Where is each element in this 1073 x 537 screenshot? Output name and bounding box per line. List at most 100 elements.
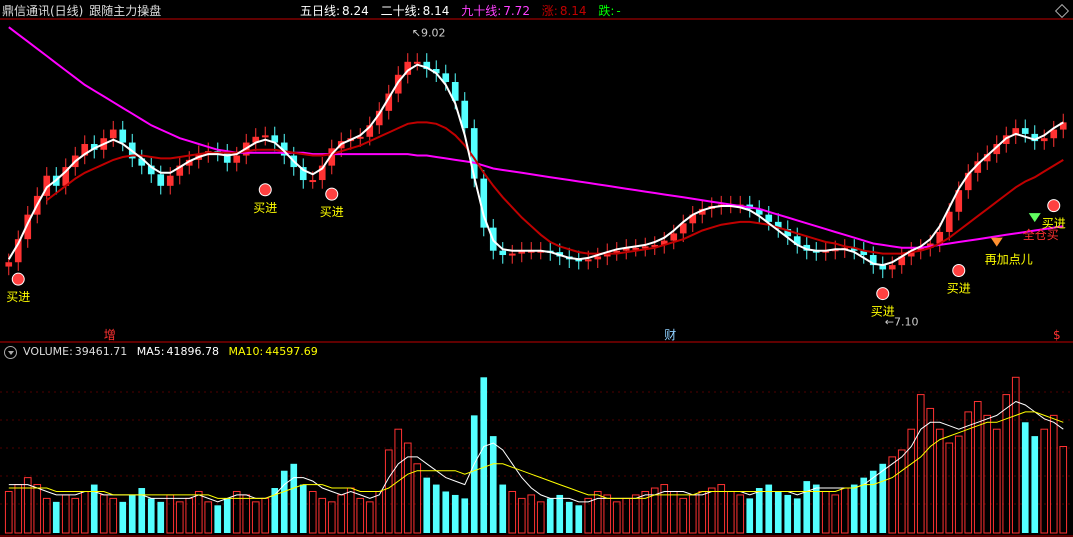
volume-bar	[242, 494, 251, 534]
volume-bar	[489, 436, 497, 533]
volume-bar	[556, 494, 564, 533]
volume-bar	[907, 428, 916, 534]
volume-bar	[840, 487, 849, 534]
candle-body	[233, 155, 241, 163]
volume-bar	[4, 490, 13, 534]
volume-bar	[337, 494, 346, 534]
volume-bar	[688, 494, 697, 534]
ma90-value: 7.72	[503, 4, 530, 18]
volume-bar	[128, 494, 136, 533]
volume-bar	[536, 501, 545, 534]
down-value: -	[616, 4, 621, 18]
event-marker: 财	[664, 328, 676, 342]
volume-bar	[290, 463, 298, 533]
stock-name: 鼎信通讯(日线)	[2, 4, 84, 18]
volume-header: VOLUME: 39461.71 MA5: 41896.78 MA10: 44597.…	[4, 345, 324, 359]
volume-bar	[603, 494, 612, 534]
signal-label: 买进	[947, 282, 971, 296]
volume-bar	[631, 494, 640, 534]
volume-bar	[432, 484, 440, 533]
ma90-label: 九十线:	[461, 4, 502, 18]
volume-bar	[175, 501, 184, 534]
ma90-line	[8, 26, 1064, 249]
signal-label: 再加点儿	[985, 253, 1033, 267]
candle-body	[413, 61, 421, 64]
indicator-name[interactable]: 跟随主力操盘	[89, 4, 161, 18]
ma5-line	[7, 63, 1064, 267]
volume-bar	[508, 490, 517, 534]
volume-bar	[33, 484, 42, 534]
volume-bar	[194, 490, 203, 534]
volume-bar	[736, 494, 745, 534]
volume-bar	[375, 490, 384, 534]
volume-bar	[888, 456, 897, 534]
volume-bar	[470, 415, 478, 533]
volume-bar	[232, 490, 241, 534]
candle-body	[261, 135, 269, 138]
candle-body	[945, 211, 953, 232]
volume-bar	[669, 490, 678, 534]
candle-body	[508, 253, 516, 256]
signal-gem-icon	[990, 237, 1003, 247]
volume-bar	[1059, 446, 1068, 534]
signal-label: 买进	[6, 290, 30, 304]
volume-bar	[223, 498, 231, 533]
candle-body	[5, 262, 13, 267]
volume-bar	[575, 505, 583, 533]
volume-bar	[157, 501, 165, 533]
volume-bar	[299, 484, 307, 533]
down-label: 跌:	[598, 4, 615, 18]
volume-value: 39461.71	[74, 345, 128, 358]
volume-bar	[954, 435, 963, 534]
high-price-label: ↖9.02	[412, 27, 446, 40]
signal-label: 买进	[253, 201, 277, 215]
volume-bar	[879, 463, 887, 533]
collapse-icon[interactable]	[4, 345, 17, 359]
candle-body	[584, 259, 592, 262]
volume-bar	[612, 501, 621, 534]
vol-ma5-label: MA5:	[136, 345, 165, 358]
volume-bar	[499, 484, 507, 533]
candle-body	[119, 129, 127, 143]
volume-bar	[850, 484, 858, 533]
volume-bar	[831, 494, 840, 534]
volume-bar	[784, 494, 792, 533]
volume-bar	[821, 490, 830, 534]
volume-bar	[1031, 436, 1039, 533]
candle-body	[157, 174, 165, 186]
candle-body	[1021, 128, 1029, 134]
volume-bar	[214, 505, 222, 533]
buy-signal-dot	[325, 187, 339, 201]
buy-signal-dot	[952, 264, 966, 278]
ma20-label: 二十线:	[380, 4, 421, 18]
volume-bar	[1002, 394, 1011, 534]
volume-bar	[461, 498, 469, 533]
ma20-value: 8.14	[422, 4, 450, 18]
buy-signal-dot	[258, 183, 272, 197]
volume-bar	[593, 490, 602, 534]
ma5-label: 五日线:	[300, 4, 341, 18]
candle-body	[1040, 138, 1048, 142]
volume-bar	[1040, 428, 1049, 534]
candlestick-chart[interactable]: ↖9.02←7.10买进买进 买进买进买进再加点儿全仓买买进增财 $	[0, 0, 1073, 537]
ma-readouts: 五日线: 8.24 二十线: 8.14 九十线: 7.72 涨: 8.14 跌: -	[300, 2, 623, 19]
volume-bar	[983, 414, 992, 534]
volume-bar	[251, 501, 260, 534]
signal-label: 买进	[1042, 217, 1066, 231]
volume-bar	[308, 490, 317, 534]
volume-bar	[1011, 376, 1020, 534]
volume-bar	[1049, 414, 1058, 534]
volume-bar	[204, 501, 213, 534]
volume-bar	[869, 470, 877, 533]
volume-bar	[726, 490, 735, 534]
volume-bar	[707, 487, 716, 534]
volume-bar	[423, 477, 431, 533]
volume-bar	[774, 491, 782, 533]
volume-bar	[803, 481, 811, 533]
volume-bar	[698, 490, 707, 534]
event-marker: $	[1053, 328, 1061, 342]
up-label: 涨:	[541, 4, 558, 18]
up-value: 8.14	[559, 4, 587, 18]
candle-body	[499, 250, 507, 256]
vol-ma10-label: MA10:	[228, 345, 264, 358]
